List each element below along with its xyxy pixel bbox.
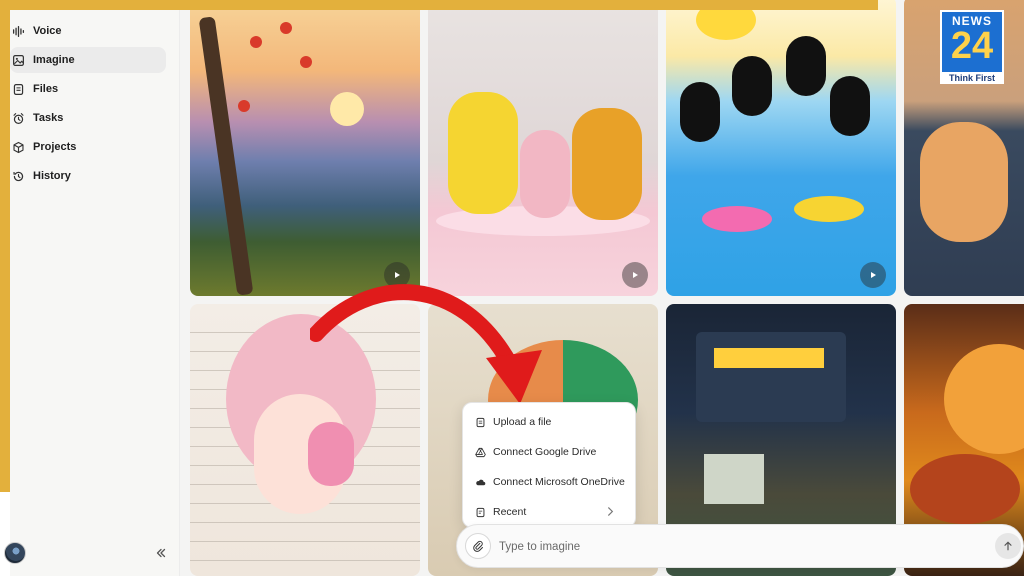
play-icon: [633, 272, 638, 278]
play-button[interactable]: [622, 262, 648, 288]
prompt-input[interactable]: [499, 537, 959, 557]
sidebar-item-history[interactable]: History: [10, 163, 170, 189]
attach-button[interactable]: [465, 533, 491, 559]
sidebar-item-label: Imagine: [33, 54, 75, 66]
news-logo-number: 24: [950, 25, 994, 67]
tree-silhouette: [910, 454, 1020, 524]
machine-light: [714, 348, 824, 368]
menu-item-label: Connect Microsoft OneDrive: [493, 476, 625, 488]
play-icon: [395, 272, 400, 278]
moon: [944, 344, 1024, 454]
cloud-icon: [476, 479, 486, 485]
tiger-candle: [572, 108, 642, 220]
float-ring: [794, 196, 864, 222]
avatar[interactable]: [4, 542, 26, 564]
collapse-sidebar-icon[interactable]: [154, 546, 168, 560]
red-arrow-annotation: [310, 284, 542, 404]
gallery-image-cat-on-train[interactable]: NEWS 24 Think First: [904, 0, 1024, 296]
connect-google-drive-option[interactable]: Connect Google Drive: [463, 437, 635, 467]
upload-file-option[interactable]: Upload a file: [463, 407, 635, 437]
apple: [280, 22, 292, 34]
penguin: [830, 76, 870, 136]
pink-bunny-candle: [520, 130, 570, 218]
gallery-image-apple-tree-sunset[interactable]: [190, 0, 420, 296]
menu-item-label: Upload a file: [493, 416, 552, 428]
penguin: [732, 56, 772, 116]
sidebar-item-tasks[interactable]: Tasks: [10, 105, 170, 131]
float-ring: [702, 206, 772, 232]
yellow-bear-candle: [448, 92, 518, 214]
sun: [330, 92, 364, 126]
menu-item-label: Connect Google Drive: [493, 446, 597, 458]
frame-border-top: [0, 0, 878, 10]
gallery-image-penguins-pool[interactable]: [666, 0, 896, 296]
apple: [238, 100, 250, 112]
sidebar-item-projects[interactable]: Projects: [10, 134, 170, 160]
file-icon: [13, 83, 24, 95]
penguin: [680, 82, 720, 142]
sidebar-footer: [4, 542, 174, 566]
gallery-image-animal-candles[interactable]: [428, 0, 658, 296]
sidebar-item-files[interactable]: Files: [10, 76, 170, 102]
waveform-icon: [12, 25, 25, 37]
sidebar-item-voice[interactable]: Voice: [10, 18, 170, 44]
penguin: [786, 36, 826, 96]
chevron-right-icon: [608, 507, 614, 516]
arrow-up-icon: [1004, 541, 1012, 551]
paperclip-icon: [473, 540, 483, 552]
sidebar-item-label: Tasks: [33, 112, 64, 124]
connect-onedrive-option[interactable]: Connect Microsoft OneDrive: [463, 467, 635, 497]
apple: [250, 36, 262, 48]
sidebar: Voice Imagine Files Tasks Projects Histo…: [4, 10, 180, 576]
prompt-bar: [456, 524, 1024, 568]
sidebar-item-label: History: [33, 170, 71, 182]
machine: [696, 332, 846, 422]
play-icon: [871, 272, 876, 278]
google-drive-icon: [475, 447, 486, 457]
sidebar-item-imagine[interactable]: Imagine: [10, 47, 166, 73]
news-logo-tagline: Think First: [942, 72, 1002, 84]
headphone: [308, 422, 354, 486]
history-icon: [13, 171, 24, 181]
menu-item-label: Recent: [493, 506, 527, 518]
apple: [300, 56, 312, 68]
attach-menu: Upload a file Connect Google Drive Conne…: [462, 402, 636, 528]
alarm-clock-icon: [13, 112, 24, 124]
frame-border-left: [0, 0, 10, 492]
box-icon: [13, 141, 24, 153]
play-button[interactable]: [860, 262, 886, 288]
image-icon: [13, 54, 24, 66]
cat: [920, 122, 1008, 242]
sidebar-item-label: Voice: [33, 25, 62, 37]
recent-file-icon: [476, 507, 485, 517]
news-logo: NEWS 24 Think First: [940, 10, 1004, 84]
sidebar-nav: Voice Imagine Files Tasks Projects Histo…: [10, 18, 170, 192]
terminal: [704, 454, 764, 504]
file-icon: [476, 417, 485, 427]
tree-trunk: [198, 16, 254, 296]
sidebar-item-label: Projects: [33, 141, 77, 153]
recent-option[interactable]: Recent: [463, 497, 635, 527]
send-button[interactable]: [995, 533, 1021, 559]
sidebar-item-label: Files: [33, 83, 59, 95]
